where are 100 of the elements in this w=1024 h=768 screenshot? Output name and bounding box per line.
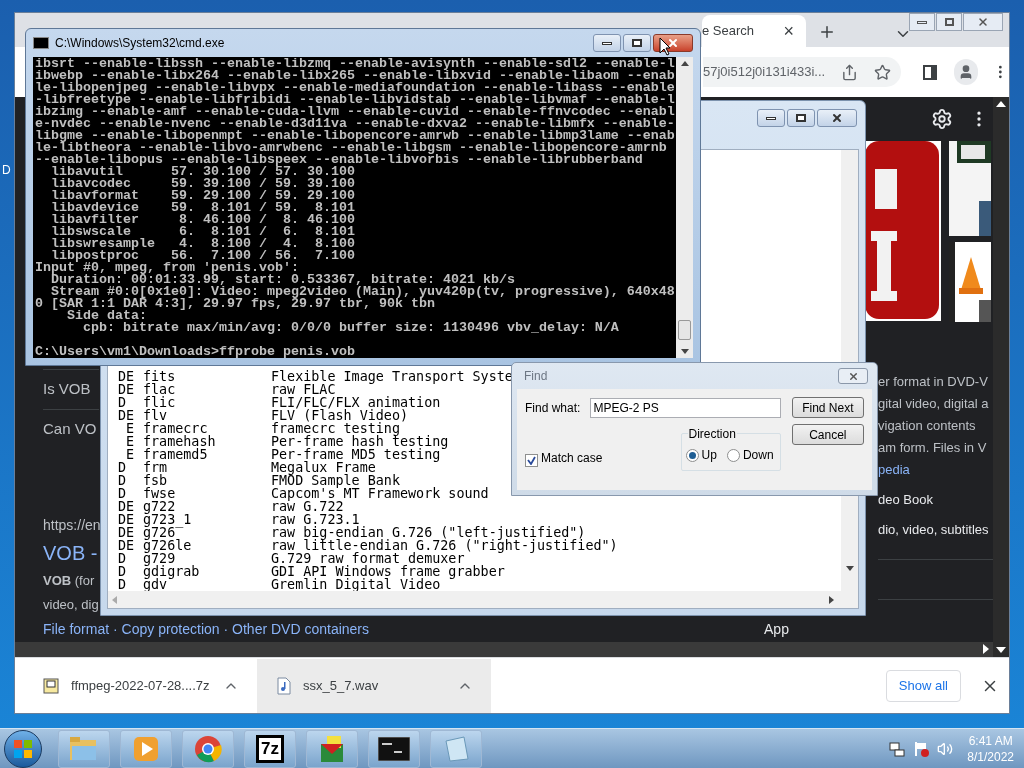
close-icon — [831, 112, 843, 124]
format-description: G.729 raw format demuxer — [271, 552, 465, 565]
vertical-scrollbar[interactable] — [676, 57, 693, 358]
taskbar-button[interactable] — [368, 729, 420, 768]
windows-logo-icon — [14, 739, 32, 758]
flag-alert-icon[interactable] — [913, 740, 930, 757]
address-bar[interactable]: 57j0i512j0i131i433i... — [703, 57, 835, 87]
tab-close-button[interactable]: × — [783, 22, 794, 40]
maximize-button[interactable] — [936, 13, 962, 31]
console-line: Duration: 00:01:33.99, start: 0.533367, bitrate: 4021 kb/s — [51, 274, 515, 286]
bookmark-star-icon[interactable] — [873, 63, 891, 81]
console-line: libpostproc 56. 7.100 / 56. 7.100 — [51, 250, 355, 262]
share-icon[interactable] — [840, 63, 858, 81]
radio-label[interactable]: Up — [701, 446, 717, 464]
side-panel-icon[interactable] — [922, 64, 938, 80]
tab-label[interactable]: App — [764, 618, 789, 640]
format-name: fwse — [143, 487, 177, 500]
vertical-scrollbar[interactable] — [993, 97, 1009, 657]
console-line: libavdevice 59. 8.101 / 59. 8.101 — [50, 202, 355, 214]
horizontal-scrollbar[interactable] — [108, 591, 858, 608]
cursor-icon — [659, 37, 671, 56]
format-description: Flexible Image Transport Syste — [271, 370, 513, 383]
format-description: raw little-endian G.726 ("right-justified") — [271, 539, 618, 552]
dialog-title: Find — [524, 368, 549, 385]
console-line: libavfilter 8. 46.100 / 8. 46.100 — [50, 214, 355, 226]
close-icon — [667, 37, 679, 49]
format-flags: DE — [118, 513, 136, 526]
description-text: vigation contents — [878, 417, 977, 435]
archiver-logo: 7z — [256, 734, 284, 763]
profile-avatar[interactable] — [954, 59, 979, 85]
info-item[interactable]: deo Book — [878, 481, 993, 511]
new-tab-icon[interactable] — [818, 23, 836, 41]
format-name: framemd5 — [143, 448, 209, 461]
format-name: flac — [143, 383, 177, 396]
volume-icon[interactable] — [937, 740, 954, 757]
minimize-button[interactable] — [593, 34, 621, 52]
maximize-button[interactable] — [623, 34, 651, 52]
format-name: gdigrab — [143, 565, 201, 578]
result-url[interactable]: https://en — [43, 515, 99, 537]
related-question[interactable]: Is VOB — [43, 369, 99, 409]
browser-tab[interactable]: e Search × — [702, 15, 806, 47]
result-links[interactable]: File format · Copy protection · Other DVD containers — [43, 618, 369, 640]
radio-label[interactable]: Down — [742, 446, 774, 464]
cancel-button[interactable]: Cancel — [791, 424, 864, 445]
console-line: libswresample 4. 8.100 / 4. 8.100 — [50, 238, 355, 250]
taskbar-button[interactable]: 7z — [244, 729, 296, 768]
format-description: Gremlin Digital Video — [271, 578, 441, 591]
console-line: ibzimg --enable-amf --enable-cuda-llvm --enable-cuvid --enable-ffnvcodec --enabl — [35, 106, 675, 118]
search-field[interactable]: MPEG-2 PS — [590, 397, 781, 418]
description-text: gital video, digital a — [878, 395, 990, 413]
related-question[interactable]: Can VO — [43, 409, 99, 449]
show-all-button[interactable]: Show all — [885, 669, 961, 702]
format-description: raw G.723.1 — [271, 513, 360, 526]
play-icon — [133, 735, 159, 762]
source-link[interactable]: pedia — [878, 459, 993, 481]
format-description: Megalux Frame — [271, 461, 376, 474]
notepad-icon — [442, 734, 470, 763]
console-line: Stream #0:0[0x1e0]: Video: mpeg2video (Main), yuv420p(tv, progressive), 640x48 — [50, 286, 675, 298]
result-title[interactable]: VOB - — [43, 537, 99, 569]
find-next-button[interactable]: Find Next — [791, 397, 864, 418]
console-line: libavcodec 59. 39.100 / 59. 39.100 — [50, 178, 355, 190]
format-name: framehash — [143, 435, 217, 448]
format-description: Per-frame hash testing — [271, 435, 449, 448]
match-case-checkbox[interactable] — [525, 454, 538, 467]
format-name: gdv — [143, 578, 168, 591]
format-description: raw FLAC — [271, 383, 336, 396]
console-line: ibwebp --enable-libx264 --enable-libx265 --enable-libxvid --enable-libaom --enab — [35, 70, 675, 82]
console-icon — [33, 37, 49, 49]
console-line: libswscale 6. 8.101 / 6. 8.101 — [50, 226, 355, 238]
minimize-button[interactable] — [909, 13, 935, 31]
console-line: libavformat 59. 29.100 / 59. 29.100 — [50, 190, 355, 202]
console-line: libgme --enable-libopenmpt --enable-libopencore-amrwb --enable-libmp3lame --enab — [35, 130, 675, 142]
horizontal-scrollbar[interactable] — [15, 641, 993, 657]
console-line: cpb: bitrate max/min/avg: 0/0/0 buffer size: 1130496 vbv_delay: N/A — [82, 322, 619, 334]
description-text: er format in DVD-V — [878, 373, 989, 391]
console-line: e-nvdec --enable-nvenc --enable-d3d11va --enable-dxva2 --enable-libmfx --enable- — [35, 118, 675, 130]
maximize-button[interactable] — [787, 109, 815, 127]
checkbox-label[interactable]: Match case — [541, 449, 603, 467]
browser-logo-icon — [194, 734, 222, 763]
radio-button[interactable] — [685, 448, 699, 462]
field-label: Find what: — [525, 399, 582, 417]
format-flags: D — [118, 474, 128, 487]
folder-icon — [69, 735, 99, 762]
radio-button[interactable] — [726, 448, 740, 462]
console-line: --enable-libopus --enable-libspeex --enable-libvorbis --enable-librubberband — [35, 154, 643, 166]
minimize-button[interactable] — [757, 109, 785, 127]
format-name: flic — [143, 396, 177, 409]
format-description: raw big-endian G.726 ("left-justified") — [271, 526, 586, 539]
info-item[interactable]: dio, video, subtitles — [878, 511, 993, 541]
settings-icon[interactable] — [931, 108, 953, 130]
format-flags: D — [118, 552, 128, 565]
format-flags: D — [118, 565, 128, 578]
download-item[interactable]: ssx_5_7.wav — [257, 658, 491, 713]
download-item[interactable]: ffmpeg-2022-07-28....7z — [23, 658, 257, 713]
start-button[interactable] — [4, 729, 42, 768]
console-line: 0 [SAR 1:1 DAR 4:3], 29.97 fps, 29.97 tbr, 90k tbn — [35, 298, 435, 310]
close-button[interactable] — [817, 109, 857, 127]
format-description: Capcom's MT Framework sound — [271, 487, 489, 500]
format-description: framecrc testing — [271, 422, 400, 435]
network-icon[interactable] — [889, 740, 906, 757]
